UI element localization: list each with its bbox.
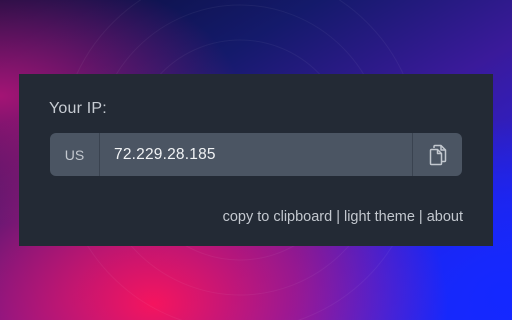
- about-link[interactable]: about: [427, 209, 463, 225]
- ip-input-group: US 72.229.28.185: [50, 133, 462, 176]
- popup-title: Your IP:: [49, 100, 107, 117]
- footer-links: copy to clipboard | light theme | about: [223, 209, 463, 225]
- link-separator: |: [336, 209, 340, 225]
- copy-to-clipboard-link[interactable]: copy to clipboard: [223, 209, 333, 225]
- country-code: US: [50, 133, 100, 176]
- ip-address[interactable]: 72.229.28.185: [100, 133, 412, 176]
- ip-popup: Your IP: US 72.229.28.185 copy to clipbo…: [19, 74, 493, 246]
- copy-icon: [429, 144, 446, 165]
- copy-button[interactable]: [412, 133, 462, 176]
- light-theme-link[interactable]: light theme: [344, 209, 415, 225]
- link-separator: |: [418, 209, 423, 225]
